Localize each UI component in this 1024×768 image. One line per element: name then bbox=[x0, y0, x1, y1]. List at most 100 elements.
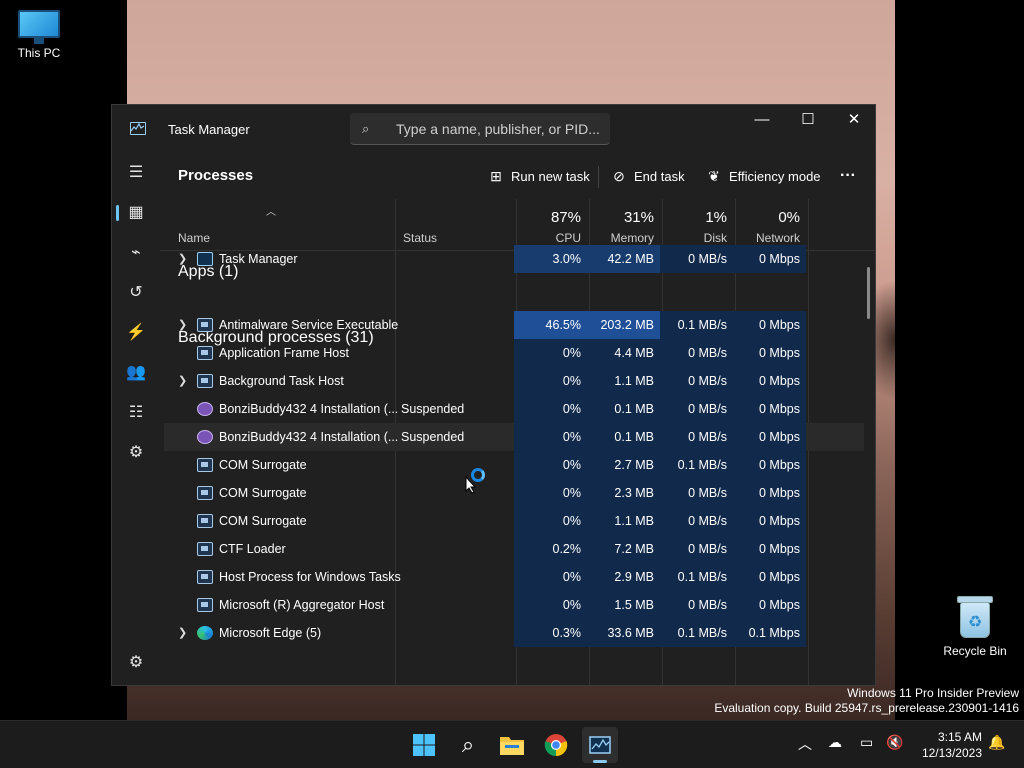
mem-cell: 1.5 MB bbox=[587, 591, 660, 619]
toolbar-divider bbox=[598, 166, 599, 188]
search-input[interactable] bbox=[396, 119, 601, 139]
net-cell: 0 Mbps bbox=[733, 423, 806, 451]
process-row[interactable]: COM Surrogate 0% 1.1 MB 0 MB/s 0 Mbps bbox=[164, 507, 864, 535]
column-memory-label: Memory bbox=[610, 231, 654, 245]
expand-chevron-icon[interactable]: ❯ bbox=[178, 374, 187, 387]
run-new-task-label: Run new task bbox=[511, 169, 590, 184]
net-cell: 0 Mbps bbox=[733, 535, 806, 563]
column-memory[interactable]: 31% Memory bbox=[589, 199, 662, 251]
chrome-icon[interactable] bbox=[538, 727, 574, 763]
nav-processes-icon[interactable]: ▦ bbox=[116, 195, 156, 231]
show-hidden-icons-chevron-icon[interactable]: ︿ bbox=[798, 734, 812, 754]
mem-cell: 0.1 MB bbox=[587, 395, 660, 423]
this-pc-label: This PC bbox=[17, 46, 61, 60]
end-task-label: End task bbox=[634, 169, 685, 184]
mem-cell: 4.4 MB bbox=[587, 339, 660, 367]
process-row[interactable]: CTF Loader 0.2% 7.2 MB 0 MB/s 0 Mbps bbox=[164, 535, 864, 563]
onedrive-icon[interactable]: ☁ bbox=[828, 734, 842, 751]
process-icon bbox=[197, 514, 213, 528]
process-icon bbox=[197, 318, 213, 332]
task-manager-taskbar-icon[interactable] bbox=[582, 727, 618, 763]
mem-cell: 2.7 MB bbox=[587, 451, 660, 479]
process-row[interactable]: ❯ Background Task Host 0% 1.1 MB 0 MB/s 0 Mbp… bbox=[164, 367, 864, 395]
more-options-button[interactable]: ··· bbox=[840, 164, 856, 188]
minimize-button[interactable]: — bbox=[739, 105, 785, 137]
net-cell: 0.1 Mbps bbox=[733, 619, 806, 647]
mem-cell: 1.1 MB bbox=[587, 367, 660, 395]
cpu-cell: 0% bbox=[514, 563, 587, 591]
process-row[interactable]: COM Surrogate 0% 2.7 MB 0.1 MB/s 0 Mbps bbox=[164, 451, 864, 479]
title-bar[interactable]: Task Manager ⌕ — ☐ ✕ bbox=[112, 105, 875, 153]
maximize-button[interactable]: ☐ bbox=[785, 105, 831, 137]
disk-cell: 0 MB/s bbox=[660, 507, 733, 535]
nav-performance-icon[interactable]: ⌁ bbox=[116, 235, 156, 271]
process-name: Application Frame Host bbox=[219, 346, 349, 360]
process-name: Task Manager bbox=[219, 252, 298, 266]
settings-gear-icon[interactable]: ⚙ bbox=[116, 645, 156, 681]
process-name: CTF Loader bbox=[219, 542, 286, 556]
disk-cell: 0 MB/s bbox=[660, 423, 733, 451]
process-row[interactable]: COM Surrogate 0% 2.3 MB 0 MB/s 0 Mbps bbox=[164, 479, 864, 507]
process-icon bbox=[197, 598, 213, 612]
process-row[interactable]: ❯ Task Manager 3.0% 42.2 MB 0 MB/s 0 Mbps bbox=[164, 245, 864, 273]
column-status[interactable]: Status bbox=[395, 199, 515, 251]
process-name: COM Surrogate bbox=[219, 486, 307, 500]
expand-chevron-icon[interactable]: ❯ bbox=[178, 252, 187, 265]
process-row[interactable]: BonziBuddy432 4 Installation (... Suspend… bbox=[164, 395, 864, 423]
search-taskbar-icon[interactable]: ⌕ bbox=[450, 727, 486, 763]
nav-services-icon[interactable]: ⚙ bbox=[116, 435, 156, 471]
column-network[interactable]: 0% Network bbox=[735, 199, 808, 251]
column-cpu[interactable]: 87% CPU bbox=[516, 199, 589, 251]
process-row[interactable]: ❯ Antimalware Service Executable 46.5% 203.… bbox=[164, 311, 864, 339]
expand-chevron-icon[interactable]: ❯ bbox=[178, 318, 187, 331]
column-disk[interactable]: 1% Disk bbox=[662, 199, 735, 251]
mem-cell: 33.6 MB bbox=[587, 619, 660, 647]
nav-details-icon[interactable]: ☷ bbox=[116, 395, 156, 431]
clock[interactable]: 3:15 AM 12/13/2023 bbox=[912, 729, 982, 761]
disk-cell: 0 MB/s bbox=[660, 395, 733, 423]
efficiency-mode-button[interactable]: ❦ Efficiency mode bbox=[705, 164, 821, 188]
cpu-cell: 0.2% bbox=[514, 535, 587, 563]
process-icon bbox=[197, 346, 213, 360]
search-icon: ⌕ bbox=[362, 121, 370, 136]
notification-bell-icon[interactable]: 🔔 bbox=[988, 734, 1005, 751]
disk-cell: 0 MB/s bbox=[660, 591, 733, 619]
mem-cell: 2.3 MB bbox=[587, 479, 660, 507]
process-row[interactable]: Application Frame Host 0% 4.4 MB 0 MB/s 0 Mb… bbox=[164, 339, 864, 367]
mem-cell: 1.1 MB bbox=[587, 507, 660, 535]
process-icon bbox=[197, 402, 213, 416]
mem-cell: 7.2 MB bbox=[587, 535, 660, 563]
disk-cell: 0.1 MB/s bbox=[660, 451, 733, 479]
nav-users-icon[interactable]: 👥 bbox=[116, 355, 156, 391]
expand-chevron-icon[interactable]: ❯ bbox=[178, 626, 187, 639]
this-pc-desktop-icon[interactable]: This PC bbox=[4, 10, 74, 60]
hamburger-menu-icon[interactable]: ☰ bbox=[116, 155, 156, 191]
disk-cell: 0 MB/s bbox=[660, 339, 733, 367]
process-row[interactable]: ❯ Microsoft Edge (5) 0.3% 33.6 MB 0.1 MB/s 0.… bbox=[164, 619, 864, 647]
network-total: 0% bbox=[778, 209, 800, 226]
end-task-button[interactable]: ⊘ End task bbox=[610, 164, 685, 188]
process-row[interactable]: BonziBuddy432 4 Installation (... Suspend… bbox=[164, 423, 864, 451]
volume-muted-icon[interactable]: 🔇 bbox=[886, 734, 903, 751]
process-name: COM Surrogate bbox=[219, 458, 307, 472]
scrollbar-thumb[interactable] bbox=[867, 267, 870, 319]
file-explorer-icon[interactable] bbox=[494, 727, 530, 763]
efficiency-mode-label: Efficiency mode bbox=[729, 169, 821, 184]
net-cell: 0 Mbps bbox=[733, 395, 806, 423]
display-icon[interactable]: ▭ bbox=[860, 734, 873, 751]
process-row[interactable]: Microsoft (R) Aggregator Host 0% 1.5 MB 0 M… bbox=[164, 591, 864, 619]
process-name: Host Process for Windows Tasks bbox=[219, 570, 401, 584]
nav-startup-apps-icon[interactable]: ⚡ bbox=[116, 315, 156, 351]
start-button[interactable] bbox=[406, 727, 442, 763]
search-box[interactable]: ⌕ bbox=[350, 113, 610, 145]
process-row[interactable]: Host Process for Windows Tasks 0% 2.9 MB 0.… bbox=[164, 563, 864, 591]
close-button[interactable]: ✕ bbox=[831, 105, 875, 137]
net-cell: 0 Mbps bbox=[733, 451, 806, 479]
run-task-icon: ⊞ bbox=[490, 168, 502, 184]
run-new-task-button[interactable]: ⊞ Run new task bbox=[487, 164, 590, 188]
recycle-bin-desktop-icon[interactable]: ♻ Recycle Bin bbox=[940, 596, 1010, 658]
column-name[interactable]: Name bbox=[170, 199, 395, 251]
nav-app-history-icon[interactable]: ↺ bbox=[116, 275, 156, 311]
taskbar: ⌕ ︿ ☁ ▭ 🔇 3:15 AM 12/13/2023 🔔 bbox=[0, 720, 1024, 768]
mem-cell: 203.2 MB bbox=[587, 311, 660, 339]
